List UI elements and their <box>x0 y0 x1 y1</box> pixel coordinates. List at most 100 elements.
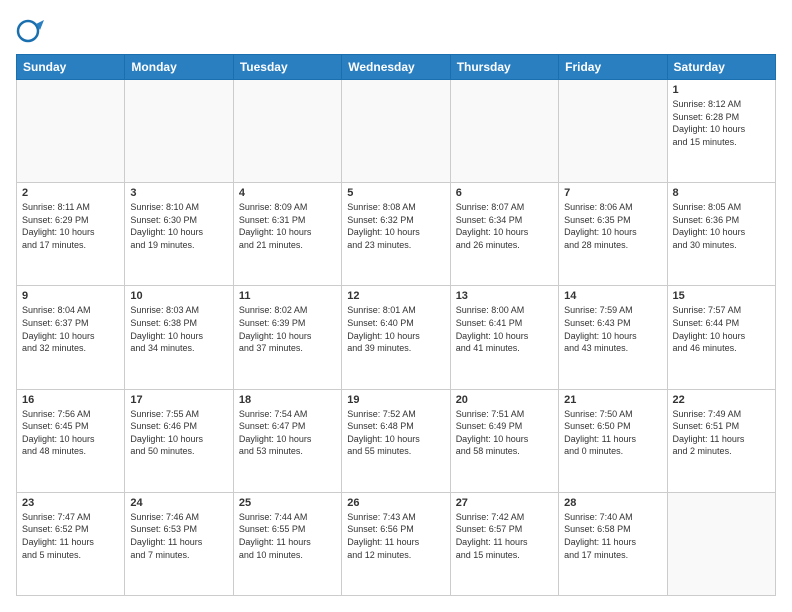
day-info: Sunrise: 8:04 AM Sunset: 6:37 PM Dayligh… <box>22 304 119 354</box>
calendar-week-row: 23 Sunrise: 7:47 AM Sunset: 6:52 PM Dayli… <box>17 492 776 595</box>
calendar-day-cell: 28 Sunrise: 7:40 AM Sunset: 6:58 PM Dayli… <box>559 492 667 595</box>
day-info: Sunrise: 8:10 AM Sunset: 6:30 PM Dayligh… <box>130 201 227 251</box>
day-info: Sunrise: 8:05 AM Sunset: 6:36 PM Dayligh… <box>673 201 770 251</box>
day-number: 28 <box>564 497 661 509</box>
day-info: Sunrise: 7:40 AM Sunset: 6:58 PM Dayligh… <box>564 511 661 561</box>
day-number: 6 <box>456 187 553 199</box>
calendar-day-cell: 18 Sunrise: 7:54 AM Sunset: 6:47 PM Dayli… <box>233 389 341 492</box>
calendar-day-cell: 9 Sunrise: 8:04 AM Sunset: 6:37 PM Daylig… <box>17 286 125 389</box>
day-number: 5 <box>347 187 444 199</box>
day-info: Sunrise: 8:01 AM Sunset: 6:40 PM Dayligh… <box>347 304 444 354</box>
calendar-day-cell <box>17 80 125 183</box>
day-number: 4 <box>239 187 336 199</box>
day-number: 27 <box>456 497 553 509</box>
day-number: 10 <box>130 290 227 302</box>
calendar-day-cell: 4 Sunrise: 8:09 AM Sunset: 6:31 PM Daylig… <box>233 183 341 286</box>
calendar-day-cell <box>233 80 341 183</box>
page: SundayMondayTuesdayWednesdayThursdayFrid… <box>0 0 792 612</box>
header <box>16 16 776 46</box>
day-info: Sunrise: 7:47 AM Sunset: 6:52 PM Dayligh… <box>22 511 119 561</box>
calendar-day-header: Saturday <box>667 55 775 80</box>
calendar-day-cell: 14 Sunrise: 7:59 AM Sunset: 6:43 PM Dayli… <box>559 286 667 389</box>
day-info: Sunrise: 8:09 AM Sunset: 6:31 PM Dayligh… <box>239 201 336 251</box>
day-number: 25 <box>239 497 336 509</box>
calendar-header-row: SundayMondayTuesdayWednesdayThursdayFrid… <box>17 55 776 80</box>
calendar-day-cell: 16 Sunrise: 7:56 AM Sunset: 6:45 PM Dayli… <box>17 389 125 492</box>
day-info: Sunrise: 7:51 AM Sunset: 6:49 PM Dayligh… <box>456 408 553 458</box>
day-number: 21 <box>564 394 661 406</box>
day-number: 19 <box>347 394 444 406</box>
calendar-day-cell: 27 Sunrise: 7:42 AM Sunset: 6:57 PM Dayli… <box>450 492 558 595</box>
day-info: Sunrise: 8:00 AM Sunset: 6:41 PM Dayligh… <box>456 304 553 354</box>
day-number: 26 <box>347 497 444 509</box>
day-number: 8 <box>673 187 770 199</box>
day-number: 13 <box>456 290 553 302</box>
calendar-day-cell <box>450 80 558 183</box>
day-number: 23 <box>22 497 119 509</box>
day-info: Sunrise: 7:43 AM Sunset: 6:56 PM Dayligh… <box>347 511 444 561</box>
calendar-day-cell: 1 Sunrise: 8:12 AM Sunset: 6:28 PM Daylig… <box>667 80 775 183</box>
day-number: 18 <box>239 394 336 406</box>
calendar-day-cell: 5 Sunrise: 8:08 AM Sunset: 6:32 PM Daylig… <box>342 183 450 286</box>
day-info: Sunrise: 7:42 AM Sunset: 6:57 PM Dayligh… <box>456 511 553 561</box>
logo <box>16 16 48 46</box>
day-info: Sunrise: 8:06 AM Sunset: 6:35 PM Dayligh… <box>564 201 661 251</box>
day-info: Sunrise: 8:03 AM Sunset: 6:38 PM Dayligh… <box>130 304 227 354</box>
calendar-day-cell <box>342 80 450 183</box>
day-number: 16 <box>22 394 119 406</box>
calendar-day-cell: 15Sunrise: 7:57 AM Sunset: 6:44 PM Dayli… <box>667 286 775 389</box>
logo-icon <box>16 16 46 46</box>
day-number: 20 <box>456 394 553 406</box>
day-info: Sunrise: 7:50 AM Sunset: 6:50 PM Dayligh… <box>564 408 661 458</box>
calendar-day-cell: 8 Sunrise: 8:05 AM Sunset: 6:36 PM Daylig… <box>667 183 775 286</box>
calendar-week-row: 1 Sunrise: 8:12 AM Sunset: 6:28 PM Daylig… <box>17 80 776 183</box>
calendar-day-cell: 13 Sunrise: 8:00 AM Sunset: 6:41 PM Dayli… <box>450 286 558 389</box>
day-info: Sunrise: 7:56 AM Sunset: 6:45 PM Dayligh… <box>22 408 119 458</box>
day-number: 11 <box>239 290 336 302</box>
calendar-day-cell: 22Sunrise: 7:49 AM Sunset: 6:51 PM Dayli… <box>667 389 775 492</box>
calendar-day-cell: 17 Sunrise: 7:55 AM Sunset: 6:46 PM Dayli… <box>125 389 233 492</box>
calendar-day-cell: 2Sunrise: 8:11 AM Sunset: 6:29 PM Daylig… <box>17 183 125 286</box>
day-info: Sunrise: 8:12 AM Sunset: 6:28 PM Dayligh… <box>673 98 770 148</box>
day-info: Sunrise: 7:52 AM Sunset: 6:48 PM Dayligh… <box>347 408 444 458</box>
calendar-day-cell: 23 Sunrise: 7:47 AM Sunset: 6:52 PM Dayli… <box>17 492 125 595</box>
calendar-day-cell: 26 Sunrise: 7:43 AM Sunset: 6:56 PM Dayli… <box>342 492 450 595</box>
day-info: Sunrise: 7:59 AM Sunset: 6:43 PM Dayligh… <box>564 304 661 354</box>
calendar-day-cell: 11 Sunrise: 8:02 AM Sunset: 6:39 PM Dayli… <box>233 286 341 389</box>
day-info: Sunrise: 7:46 AM Sunset: 6:53 PM Dayligh… <box>130 511 227 561</box>
day-info: Sunrise: 8:11 AM Sunset: 6:29 PM Dayligh… <box>22 201 119 251</box>
calendar-week-row: 9 Sunrise: 8:04 AM Sunset: 6:37 PM Daylig… <box>17 286 776 389</box>
calendar-day-cell: 19 Sunrise: 7:52 AM Sunset: 6:48 PM Dayli… <box>342 389 450 492</box>
calendar-day-cell: 3 Sunrise: 8:10 AM Sunset: 6:30 PM Daylig… <box>125 183 233 286</box>
day-number: 17 <box>130 394 227 406</box>
day-info: Sunrise: 7:49 AM Sunset: 6:51 PM Dayligh… <box>673 408 770 458</box>
calendar-day-cell: 21 Sunrise: 7:50 AM Sunset: 6:50 PM Dayli… <box>559 389 667 492</box>
calendar-week-row: 2Sunrise: 8:11 AM Sunset: 6:29 PM Daylig… <box>17 183 776 286</box>
calendar-day-cell: 7 Sunrise: 8:06 AM Sunset: 6:35 PM Daylig… <box>559 183 667 286</box>
calendar-day-cell <box>559 80 667 183</box>
day-number: 9 <box>22 290 119 302</box>
calendar-day-header: Thursday <box>450 55 558 80</box>
day-number: 12 <box>347 290 444 302</box>
day-info: Sunrise: 7:54 AM Sunset: 6:47 PM Dayligh… <box>239 408 336 458</box>
calendar-day-cell: 6 Sunrise: 8:07 AM Sunset: 6:34 PM Daylig… <box>450 183 558 286</box>
day-info: Sunrise: 7:57 AM Sunset: 6:44 PM Dayligh… <box>673 304 770 354</box>
calendar-day-cell: 25 Sunrise: 7:44 AM Sunset: 6:55 PM Dayli… <box>233 492 341 595</box>
calendar-day-cell: 10 Sunrise: 8:03 AM Sunset: 6:38 PM Dayli… <box>125 286 233 389</box>
day-number: 1 <box>673 84 770 96</box>
calendar-day-header: Wednesday <box>342 55 450 80</box>
day-info: Sunrise: 7:55 AM Sunset: 6:46 PM Dayligh… <box>130 408 227 458</box>
day-number: 7 <box>564 187 661 199</box>
calendar-day-cell: 24Sunrise: 7:46 AM Sunset: 6:53 PM Dayli… <box>125 492 233 595</box>
day-info: Sunrise: 7:44 AM Sunset: 6:55 PM Dayligh… <box>239 511 336 561</box>
calendar-day-cell <box>125 80 233 183</box>
calendar-day-header: Monday <box>125 55 233 80</box>
day-info: Sunrise: 8:07 AM Sunset: 6:34 PM Dayligh… <box>456 201 553 251</box>
day-info: Sunrise: 8:02 AM Sunset: 6:39 PM Dayligh… <box>239 304 336 354</box>
calendar-day-cell: 12 Sunrise: 8:01 AM Sunset: 6:40 PM Dayli… <box>342 286 450 389</box>
calendar-day-header: Tuesday <box>233 55 341 80</box>
day-number: 3 <box>130 187 227 199</box>
day-info: Sunrise: 8:08 AM Sunset: 6:32 PM Dayligh… <box>347 201 444 251</box>
day-number: 14 <box>564 290 661 302</box>
calendar-table: SundayMondayTuesdayWednesdayThursdayFrid… <box>16 54 776 596</box>
